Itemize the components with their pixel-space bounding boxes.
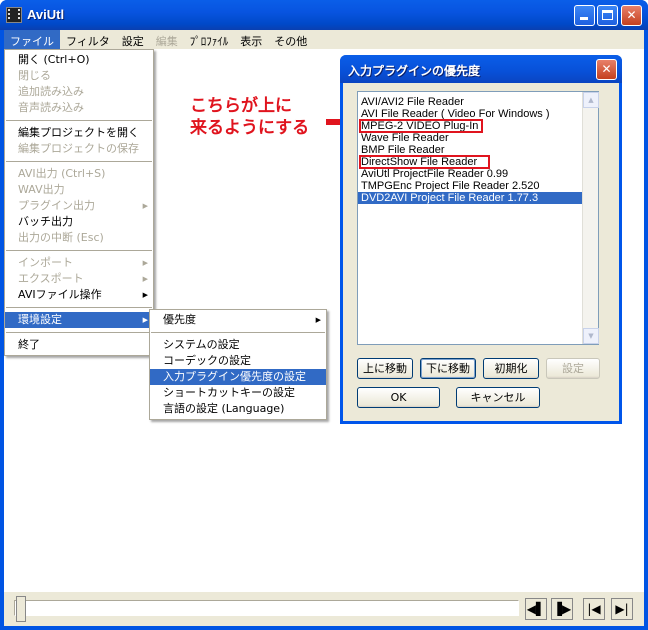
menu-separator: [6, 250, 152, 251]
seek-track[interactable]: [14, 600, 519, 616]
menu-avi-ops[interactable]: AVIファイル操作 ▶: [5, 287, 153, 303]
dialog-title: 入力プラグインの優先度: [348, 64, 481, 78]
list-item[interactable]: TMPGEnc Project File Reader 2.520: [358, 180, 598, 192]
menu-profile[interactable]: ﾌﾟﾛﾌｧｲﾙ: [184, 30, 235, 49]
submenu-arrow-icon: ▶: [142, 275, 148, 283]
minimize-icon: [580, 17, 588, 20]
menu-edit[interactable]: 編集: [150, 30, 184, 49]
submenu-arrow-icon: ▶: [315, 316, 321, 324]
maximize-icon: [602, 10, 613, 20]
menu-file[interactable]: ファイル: [4, 30, 60, 49]
menu-avi-ops-label: AVIファイル操作: [18, 288, 102, 301]
last-frame-button[interactable]: ▶|: [611, 598, 633, 620]
list-item-selected[interactable]: DVD2AVI Project File Reader 1.77.3: [358, 192, 598, 204]
seek-bar-area: ◀▌ ▐▶ |◀ ▶|: [4, 592, 644, 626]
menu-plugin-output-label: プラグイン出力: [18, 199, 95, 212]
next-frame-button[interactable]: ▐▶: [551, 598, 573, 620]
next-frame-icon: ▐▶: [552, 602, 572, 616]
menu-env-settings-label: 環境設定: [18, 313, 62, 326]
menu-separator: [6, 332, 152, 333]
submenu-arrow-icon: ▶: [142, 316, 148, 324]
plugin-priority-dialog: 入力プラグインの優先度 ✕ AVI/AVI2 File Reader AVI F…: [340, 55, 622, 424]
menu-wav-output[interactable]: WAV出力: [5, 182, 153, 198]
seek-thumb[interactable]: [16, 596, 26, 622]
highlight-box-mpeg2: [359, 119, 483, 133]
minimize-button[interactable]: [574, 5, 595, 26]
maximize-button[interactable]: [597, 5, 618, 26]
skip-end-icon: ▶|: [615, 602, 629, 616]
move-down-button[interactable]: 下に移動: [420, 358, 476, 379]
menu-bar: ファイル フィルタ 設定 編集 ﾌﾟﾛﾌｧｲﾙ 表示 その他: [4, 30, 644, 49]
annotation-text: こちらが上に 来るようにする: [190, 96, 310, 138]
scroll-down-button[interactable]: ▼: [583, 328, 599, 344]
menu-exit[interactable]: 終了: [5, 337, 153, 353]
menu-view[interactable]: 表示: [234, 30, 268, 49]
submenu-arrow-icon: ▶: [142, 259, 148, 267]
menu-separator: [6, 161, 152, 162]
dialog-close-button[interactable]: ✕: [596, 59, 617, 80]
env-submenu: 優先度 ▶ システムの設定 コーデックの設定 入力プラグイン優先度の設定 ショート…: [149, 309, 327, 420]
menu-filter[interactable]: フィルタ: [60, 30, 116, 49]
prev-frame-icon: ◀▌: [526, 602, 546, 616]
list-item[interactable]: AviUtl ProjectFile Reader 0.99: [358, 168, 598, 180]
menu-system-settings[interactable]: システムの設定: [150, 337, 326, 353]
menu-other[interactable]: その他: [268, 30, 313, 49]
menu-import-label: インポート: [18, 256, 73, 269]
close-button[interactable]: ✕: [621, 5, 642, 26]
menu-settings[interactable]: 設定: [116, 30, 150, 49]
title-bar[interactable]: AviUtl ✕: [0, 0, 648, 30]
submenu-arrow-icon: ▶: [142, 291, 148, 299]
menu-abort-output[interactable]: 出力の中断 (Esc): [5, 230, 153, 246]
submenu-arrow-icon: ▶: [142, 202, 148, 210]
menu-input-plugin-priority[interactable]: 入力プラグイン優先度の設定: [150, 369, 326, 385]
first-frame-button[interactable]: |◀: [583, 598, 605, 620]
menu-codec-settings[interactable]: コーデックの設定: [150, 353, 326, 369]
listbox-scrollbar[interactable]: ▲ ▼: [582, 92, 599, 344]
menu-env-settings[interactable]: 環境設定 ▶: [5, 312, 153, 328]
settings-button[interactable]: 設定: [546, 358, 600, 379]
list-item[interactable]: Wave File Reader: [358, 132, 598, 144]
list-item[interactable]: AVI/AVI2 File Reader: [358, 96, 598, 108]
menu-open-project[interactable]: 編集プロジェクトを開く: [5, 125, 153, 141]
menu-separator: [6, 120, 152, 121]
film-icon: [6, 7, 22, 23]
cancel-button[interactable]: キャンセル: [456, 387, 540, 408]
menu-add-load[interactable]: 追加読み込み: [5, 84, 153, 100]
menu-export[interactable]: エクスポート ▶: [5, 271, 153, 287]
reset-button[interactable]: 初期化: [483, 358, 539, 379]
menu-language-settings[interactable]: 言語の設定 (Language): [150, 401, 326, 417]
close-icon: ✕: [626, 8, 637, 22]
menu-export-label: エクスポート: [18, 272, 84, 285]
menu-separator: [151, 332, 325, 333]
chevron-up-icon: ▲: [588, 96, 594, 104]
prev-frame-button[interactable]: ◀▌: [525, 598, 547, 620]
file-menu: 開く (Ctrl+O) 閉じる 追加読み込み 音声読み込み 編集プロジェクトを開…: [4, 49, 154, 356]
menu-plugin-output[interactable]: プラグイン出力 ▶: [5, 198, 153, 214]
close-icon: ✕: [601, 62, 612, 76]
menu-priority[interactable]: 優先度 ▶: [150, 312, 326, 328]
chevron-down-icon: ▼: [588, 332, 594, 340]
highlight-box-directshow: [359, 155, 490, 169]
ok-button[interactable]: OK: [357, 387, 440, 408]
menu-priority-label: 優先度: [163, 313, 196, 326]
menu-audio-load[interactable]: 音声読み込み: [5, 100, 153, 116]
scroll-up-button[interactable]: ▲: [583, 92, 599, 108]
menu-avi-output[interactable]: AVI出力 (Ctrl+S): [5, 166, 153, 182]
menu-shortcut-settings[interactable]: ショートカットキーの設定: [150, 385, 326, 401]
menu-open[interactable]: 開く (Ctrl+O): [5, 52, 153, 68]
menu-close[interactable]: 閉じる: [5, 68, 153, 84]
menu-batch-output[interactable]: バッチ出力: [5, 214, 153, 230]
move-up-button[interactable]: 上に移動: [357, 358, 413, 379]
menu-import[interactable]: インポート ▶: [5, 255, 153, 271]
window-title: AviUtl: [27, 7, 65, 22]
menu-separator: [6, 307, 152, 308]
skip-start-icon: |◀: [587, 602, 601, 616]
dialog-title-bar[interactable]: 入力プラグインの優先度 ✕: [340, 55, 622, 83]
menu-save-project[interactable]: 編集プロジェクトの保存: [5, 141, 153, 157]
